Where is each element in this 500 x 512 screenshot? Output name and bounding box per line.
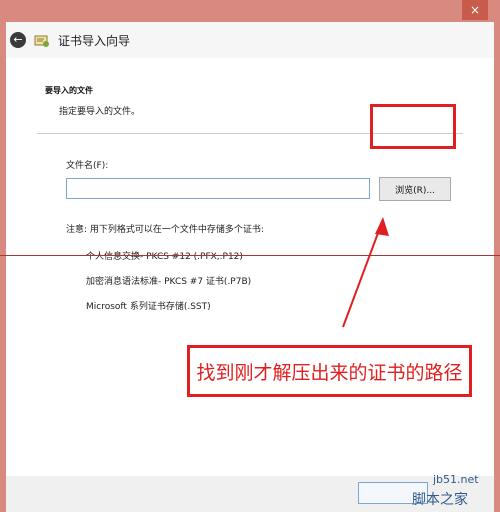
annotation-arrow [342,217,389,328]
overlay-line [0,255,500,256]
annotation-callout: 找到刚才解压出来的证书的路径 [187,345,472,397]
watermark-text: 脚本之家 [412,492,468,508]
watermark-url: jb51.net [433,473,479,486]
